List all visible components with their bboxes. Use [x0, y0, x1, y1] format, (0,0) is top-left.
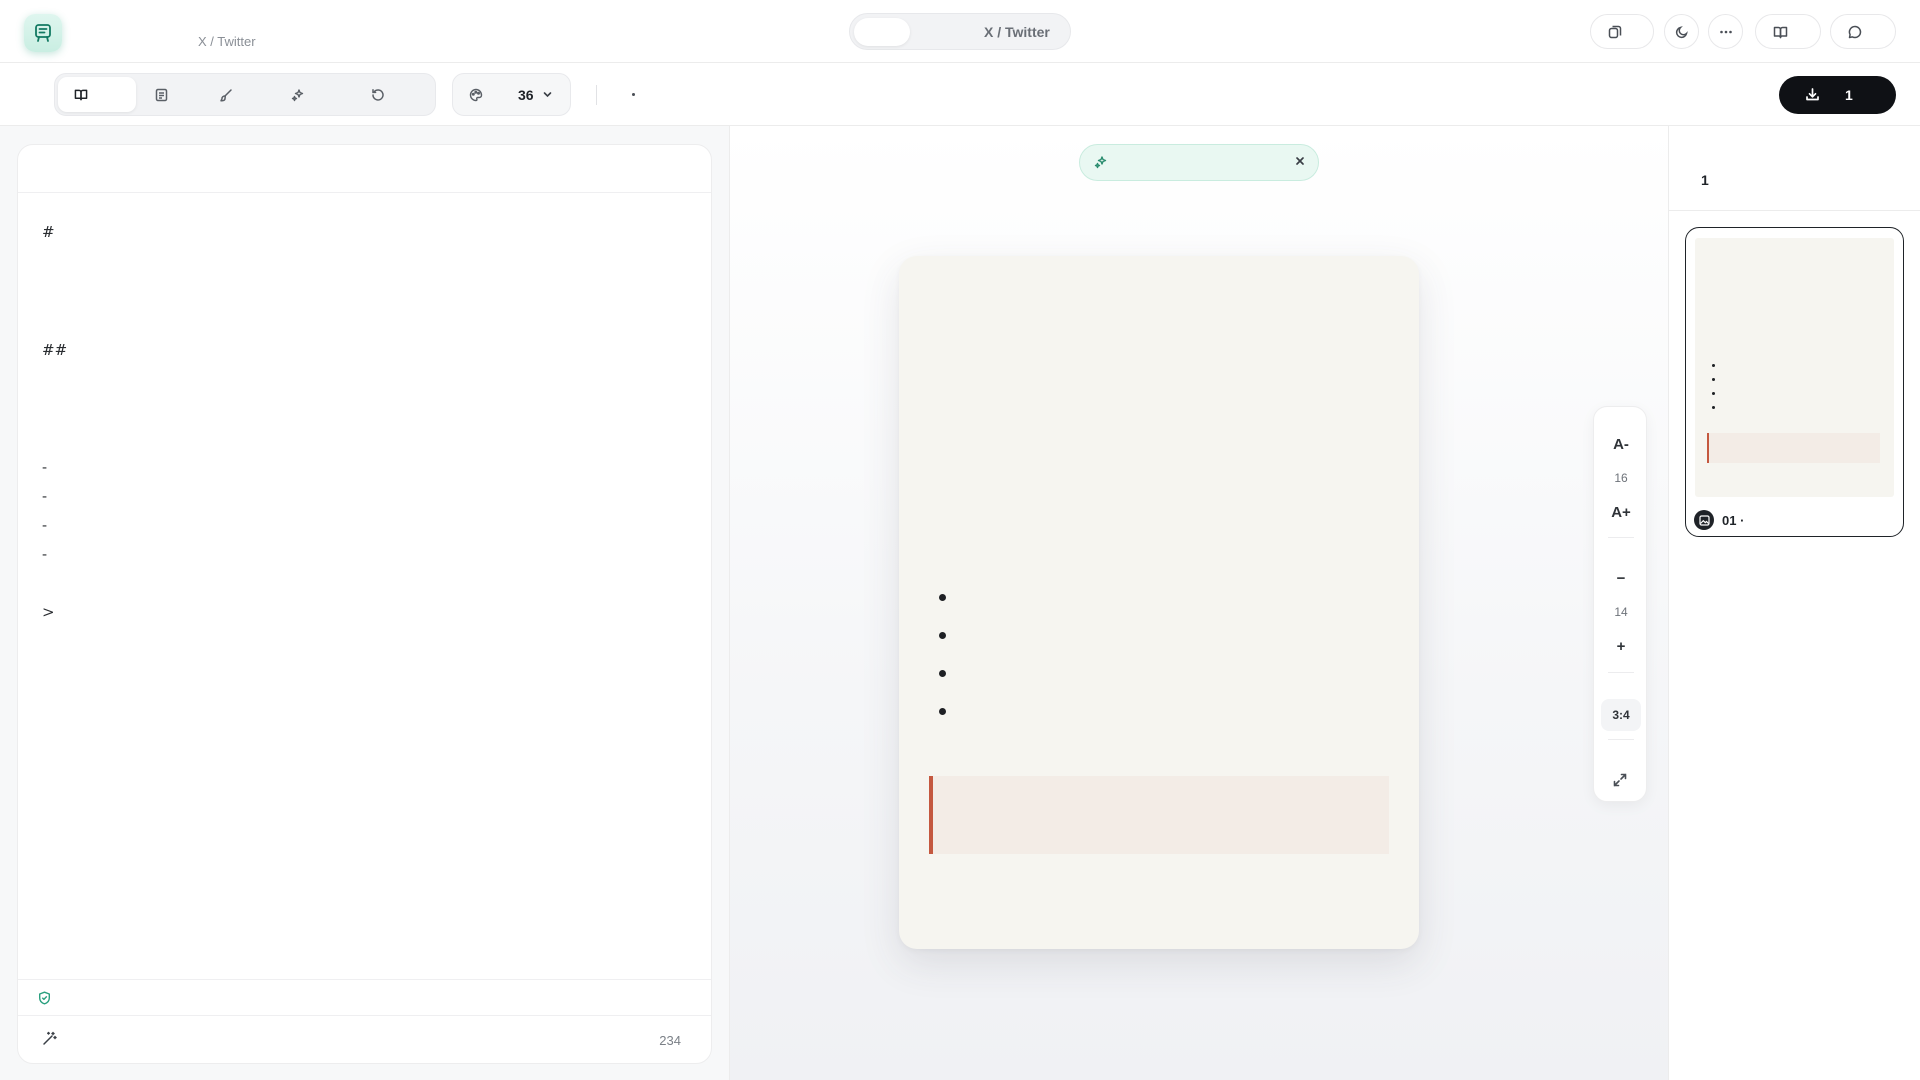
pages-divider: [1668, 210, 1920, 211]
spacing-decrease-button[interactable]: −: [1594, 570, 1648, 587]
thumbnail-bullet: [1712, 392, 1715, 395]
book-icon: [74, 89, 88, 101]
toolbar: 36 1: [0, 63, 1920, 126]
theme-select[interactable]: 36: [452, 73, 571, 116]
page-thumbnail[interactable]: 01 ·: [1685, 227, 1904, 537]
spacing-increase-button[interactable]: +: [1594, 638, 1648, 655]
chevron-down-icon: [543, 92, 552, 98]
copy-format-button[interactable]: [1590, 14, 1654, 49]
editor-line-item[interactable]: -: [42, 458, 47, 476]
thumbnail-page: [1695, 238, 1894, 497]
brush-icon: [220, 88, 232, 101]
preview-card: [899, 256, 1419, 949]
spacing-value: 14: [1614, 605, 1628, 619]
rail-divider: [1608, 537, 1634, 538]
format-controls: A- 16 A+ − 14 + 3:4: [1593, 406, 1647, 802]
tab-history[interactable]: [355, 77, 433, 112]
export-count: 1: [1845, 87, 1853, 103]
page-label: 01 ·: [1722, 512, 1745, 528]
more-options-icon: [1720, 30, 1732, 33]
thumbnail-bullet: [1712, 378, 1715, 381]
sparkle-icon: [291, 88, 304, 101]
more-options-button[interactable]: [1708, 14, 1743, 49]
tab-style[interactable]: [203, 77, 281, 112]
expand-icon[interactable]: [1612, 772, 1628, 788]
editor-line-h2[interactable]: ##: [42, 341, 67, 359]
image-icon: [1694, 510, 1714, 530]
template-icon: [155, 88, 168, 101]
toolbar-divider: [596, 85, 597, 105]
preview-bullet: [939, 708, 946, 715]
feedback-chat-icon: [1848, 25, 1862, 38]
sparkle-icon: [1094, 156, 1107, 169]
toolbar-status-dot: [632, 93, 635, 96]
copy-format-icon: [1608, 25, 1622, 38]
platform-switch-knob[interactable]: [854, 18, 910, 46]
preview-blockquote: [929, 776, 1389, 854]
guide-button[interactable]: [1755, 14, 1821, 49]
font-increase-button[interactable]: A+: [1594, 504, 1648, 521]
rail-divider: [1608, 672, 1634, 673]
platform-switch[interactable]: X / Twitter: [849, 13, 1071, 50]
thumbnail-footer: 01 ·: [1694, 510, 1744, 530]
dark-mode-button[interactable]: [1664, 14, 1699, 49]
thumbnail-blockquote: [1707, 433, 1880, 463]
thumbnail-bullet: [1712, 406, 1715, 409]
rail-divider: [1608, 739, 1634, 740]
font-size-value: 16: [1614, 471, 1628, 485]
tab-ai[interactable]: [275, 77, 353, 112]
magic-wand-icon[interactable]: [42, 1031, 57, 1046]
preview-bullet: [939, 632, 946, 639]
app-logo-icon[interactable]: [24, 14, 62, 52]
dark-mode-icon: [1675, 25, 1688, 38]
ai-toast: [1079, 144, 1319, 181]
font-decrease-button[interactable]: A-: [1594, 436, 1648, 453]
close-icon[interactable]: [1294, 155, 1306, 167]
mode-tabs: [54, 73, 436, 116]
aspect-ratio-button[interactable]: 3:4: [1601, 699, 1641, 731]
tab-editor[interactable]: [58, 77, 136, 112]
thumbnail-bullet: [1712, 364, 1715, 367]
export-button[interactable]: 1: [1779, 76, 1896, 114]
preview-bullet: [939, 670, 946, 677]
editor-footer-divider: [18, 1015, 711, 1016]
history-icon: [372, 88, 384, 101]
palette-icon: [469, 88, 483, 102]
editor-line-h1[interactable]: #: [42, 223, 55, 241]
editor-header-divider: [18, 192, 711, 193]
shield-check-icon: [39, 991, 50, 1005]
editor-line-item[interactable]: -: [42, 545, 47, 563]
editor-footer-divider: [18, 979, 711, 980]
word-count: 234: [659, 1033, 681, 1048]
guide-book-icon: [1773, 26, 1788, 38]
feedback-button[interactable]: [1830, 14, 1896, 49]
download-icon: [1806, 88, 1819, 101]
theme-count: 36: [518, 87, 534, 103]
editor-line-item[interactable]: -: [42, 516, 47, 534]
breadcrumb: X / Twitter: [198, 34, 256, 49]
platform-label: X / Twitter: [984, 24, 1050, 40]
preview-bullet: [939, 594, 946, 601]
editor-line-item[interactable]: -: [42, 487, 47, 505]
editor-line-quote[interactable]: >: [42, 603, 55, 621]
page-count: 1: [1701, 172, 1709, 188]
markdown-editor[interactable]: # ## - - - - > 234: [17, 144, 712, 1064]
top-bar: X / Twitter X / Twitter: [0, 0, 1920, 63]
